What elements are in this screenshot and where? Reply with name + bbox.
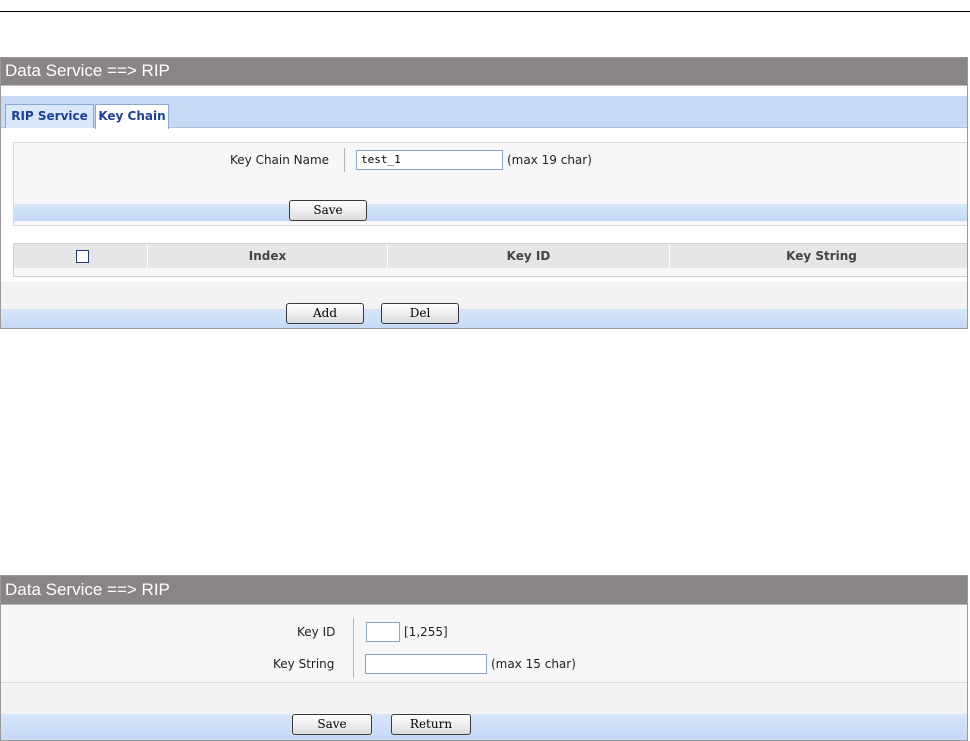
key-string-hint: (max 15 char) <box>491 657 576 671</box>
key-table: Index Key ID Key String <box>13 243 967 277</box>
table-header-key-string: Key String <box>670 244 967 268</box>
table-action-bar <box>1 309 967 328</box>
panel-title: Data Service ==> RIP <box>1 58 967 86</box>
key-form: Key ID Key String [1,255] (max 15 char) <box>1 605 967 683</box>
key-chain-name-hint: (max 19 char) <box>507 153 592 167</box>
key-chain-name-input[interactable]: test_1 <box>356 150 503 170</box>
key-string-label: Key String <box>273 657 335 671</box>
key-id-input[interactable] <box>366 622 400 642</box>
field-separator <box>344 148 345 172</box>
save-button[interactable]: Save <box>289 200 367 221</box>
rip-keychain-panel: Data Service ==> RIP RIP Service Key Cha… <box>0 57 968 329</box>
panel-title: Data Service ==> RIP <box>1 576 967 605</box>
form-action-bar <box>14 204 967 221</box>
key-id-hint: [1,255] <box>404 625 448 639</box>
table-action-area: Add Del <box>1 282 967 328</box>
top-rule <box>0 11 970 12</box>
del-button[interactable]: Del <box>381 303 459 324</box>
key-chain-name-label: Key Chain Name <box>230 153 330 167</box>
save-button[interactable]: Save <box>292 714 372 735</box>
rip-key-edit-panel: Data Service ==> RIP Key ID Key String [… <box>0 575 968 741</box>
tab-bar: RIP Service Key Chain <box>1 96 967 129</box>
return-button[interactable]: Return <box>391 714 471 735</box>
tab-rip-service[interactable]: RIP Service <box>5 104 94 128</box>
tab-key-chain[interactable]: Key Chain <box>95 104 169 129</box>
select-all-checkbox[interactable] <box>76 250 89 263</box>
key-string-input[interactable] <box>365 654 487 674</box>
form-action-area: Save Return <box>1 683 967 740</box>
table-header-index: Index <box>148 244 388 268</box>
add-button[interactable]: Add <box>286 303 364 324</box>
field-separator <box>353 618 354 678</box>
key-id-label: Key ID <box>297 625 336 639</box>
table-header-key-id: Key ID <box>388 244 670 268</box>
table-header-select <box>14 244 148 268</box>
key-chain-form: Key Chain Name test_1 (max 19 char) Save <box>13 142 967 226</box>
form-action-bar <box>1 714 967 740</box>
